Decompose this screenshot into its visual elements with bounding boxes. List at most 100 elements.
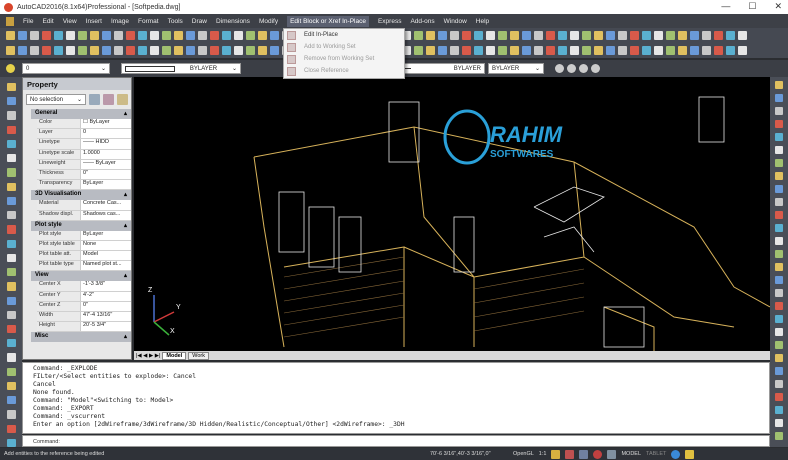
modify-tool-icon[interactable] [775, 172, 783, 180]
toolbar-tool-icon[interactable] [270, 46, 279, 55]
toolbar-tool-icon[interactable] [546, 46, 555, 55]
model-toggle[interactable]: MODEL [621, 451, 641, 457]
menu-modify[interactable]: Modify [259, 18, 278, 25]
property-section-header[interactable]: General ▴ [31, 109, 131, 119]
toolbar-tool-icon[interactable] [582, 31, 591, 40]
toolbar-tool-icon[interactable] [558, 46, 567, 55]
toolbar-tool-icon[interactable] [138, 46, 147, 55]
menu-view[interactable]: View [63, 18, 77, 25]
lineweight-select[interactable]: BYLAYER ⌄ [488, 63, 544, 74]
draw-tool-icon[interactable] [6, 353, 16, 362]
draw-tool-icon[interactable] [6, 310, 16, 319]
modify-tool-icon[interactable] [775, 289, 783, 297]
toolbar-tool-icon[interactable] [54, 31, 63, 40]
modify-tool-icon[interactable] [775, 354, 783, 362]
toolbar-tool-icon[interactable] [438, 46, 447, 55]
property-row[interactable]: Height 20'-5 3/4" [37, 322, 131, 333]
toolbar-tool-icon[interactable] [414, 31, 423, 40]
property-value[interactable]: 0 [81, 129, 131, 139]
toolbar-tool-icon[interactable] [42, 31, 51, 40]
draw-tool-icon[interactable] [6, 381, 16, 391]
menu-item-edit-in-place[interactable]: Edit In-Place [284, 29, 404, 41]
property-value[interactable]: 0" [81, 169, 131, 180]
fullscreen-icon[interactable] [685, 449, 695, 459]
modify-tool-icon[interactable] [775, 185, 783, 193]
toolbar-tool-icon[interactable] [438, 31, 447, 40]
modify-tool-icon[interactable] [775, 419, 783, 427]
annotation-scale[interactable]: 1:1 [539, 451, 547, 457]
modify-tool-icon[interactable] [775, 263, 783, 271]
toolbar-tool-icon[interactable] [426, 31, 435, 40]
tab-work[interactable]: Work [188, 351, 209, 360]
toolbar-tool-icon[interactable] [138, 31, 147, 40]
draw-tool-icon[interactable] [6, 253, 16, 263]
modify-tool-icon[interactable] [775, 107, 783, 115]
draw-tool-icon[interactable] [6, 424, 16, 433]
modify-tool-icon[interactable] [775, 120, 783, 128]
toolbar-tool-icon[interactable] [630, 31, 639, 40]
toolbar-tool-icon[interactable] [450, 31, 459, 40]
toolbar-tool-icon[interactable] [594, 46, 603, 55]
toolbar-tool-icon[interactable] [234, 46, 243, 55]
draw-tool-icon[interactable] [6, 410, 16, 419]
property-section-header[interactable]: Plot style ▴ [31, 220, 131, 231]
modify-tool-icon[interactable] [775, 341, 783, 349]
toolbar-tool-icon[interactable] [534, 46, 543, 55]
modify-tool-icon[interactable] [775, 146, 783, 154]
toolbar-tool-icon[interactable] [210, 31, 219, 40]
property-row[interactable]: Plot style ByLayer [37, 230, 131, 241]
property-value[interactable]: ☐ ByLayer [81, 119, 131, 129]
draw-tool-icon[interactable] [6, 211, 16, 220]
minimize-button[interactable]: — [721, 1, 730, 12]
toolbar-tool-icon[interactable] [726, 46, 735, 55]
toolbar-tool-icon[interactable] [114, 46, 123, 55]
toolbar-tool-icon[interactable] [654, 46, 663, 55]
modify-tool-icon[interactable] [775, 276, 783, 284]
menu-express[interactable]: Express [378, 18, 401, 25]
property-row[interactable]: Shadow displ. Shadows cas... [37, 210, 131, 221]
toolbar-tool-icon[interactable] [666, 31, 675, 40]
property-row[interactable]: Plot table att. Model [37, 251, 131, 262]
toolbar-tool-icon[interactable] [462, 31, 471, 40]
toolbar-tool-icon[interactable] [714, 31, 723, 40]
tab-navigation[interactable]: |◀ ◀ ▶ ▶| [136, 353, 160, 359]
toolbar-tool-icon[interactable] [654, 31, 663, 40]
layer-bulb-icon[interactable] [6, 64, 15, 73]
menu-item-remove-from-working-set[interactable]: Remove from Working Set [284, 53, 404, 65]
toolbar-tool-icon[interactable] [474, 31, 483, 40]
modify-tool-icon[interactable] [775, 393, 783, 401]
tablet-toggle[interactable]: TABLET [646, 451, 666, 457]
toolbar-tool-icon[interactable] [246, 31, 255, 40]
menu-addons[interactable]: Add-ons [410, 18, 434, 25]
menu-tools[interactable]: Tools [168, 18, 183, 25]
polar-icon[interactable] [593, 449, 603, 459]
draw-tool-icon[interactable] [6, 168, 16, 177]
toolbar-tool-icon[interactable] [594, 31, 603, 40]
property-row[interactable]: Plot table type Named plot st... [37, 261, 131, 272]
modify-tool-icon[interactable] [775, 367, 783, 375]
osnap-icon[interactable] [607, 449, 617, 459]
menu-insert[interactable]: Insert [86, 18, 102, 25]
draw-tool-icon[interactable] [6, 154, 16, 163]
toolbar-tool-icon[interactable] [606, 46, 615, 55]
menu-file[interactable]: File [23, 18, 33, 25]
toolbar-tool-icon[interactable] [618, 46, 627, 55]
toolbar-tool-icon[interactable] [702, 46, 711, 55]
property-row[interactable]: Center Z 0" [37, 301, 131, 312]
draw-tool-icon[interactable] [6, 282, 16, 291]
toolbar-tool-icon[interactable] [30, 31, 39, 40]
property-value[interactable]: Concrete Cas... [81, 200, 131, 210]
toolbar-tool-icon[interactable] [54, 46, 63, 55]
toolbar-tool-icon[interactable] [498, 46, 507, 55]
toolbar-tool-icon[interactable] [234, 31, 243, 40]
toolbar-tool-icon[interactable] [258, 31, 267, 40]
toolbar-tool-icon[interactable] [258, 46, 267, 55]
property-value[interactable]: None [81, 240, 131, 251]
property-row[interactable]: Color ☐ ByLayer [37, 119, 131, 130]
toolbar-tool-icon[interactable] [702, 31, 711, 40]
render-icon[interactable] [567, 64, 576, 73]
draw-tool-icon[interactable] [6, 239, 16, 248]
property-value[interactable]: ByLayer [81, 180, 131, 190]
close-button[interactable]: ✕ [774, 1, 782, 12]
toolbar-tool-icon[interactable] [510, 31, 519, 40]
